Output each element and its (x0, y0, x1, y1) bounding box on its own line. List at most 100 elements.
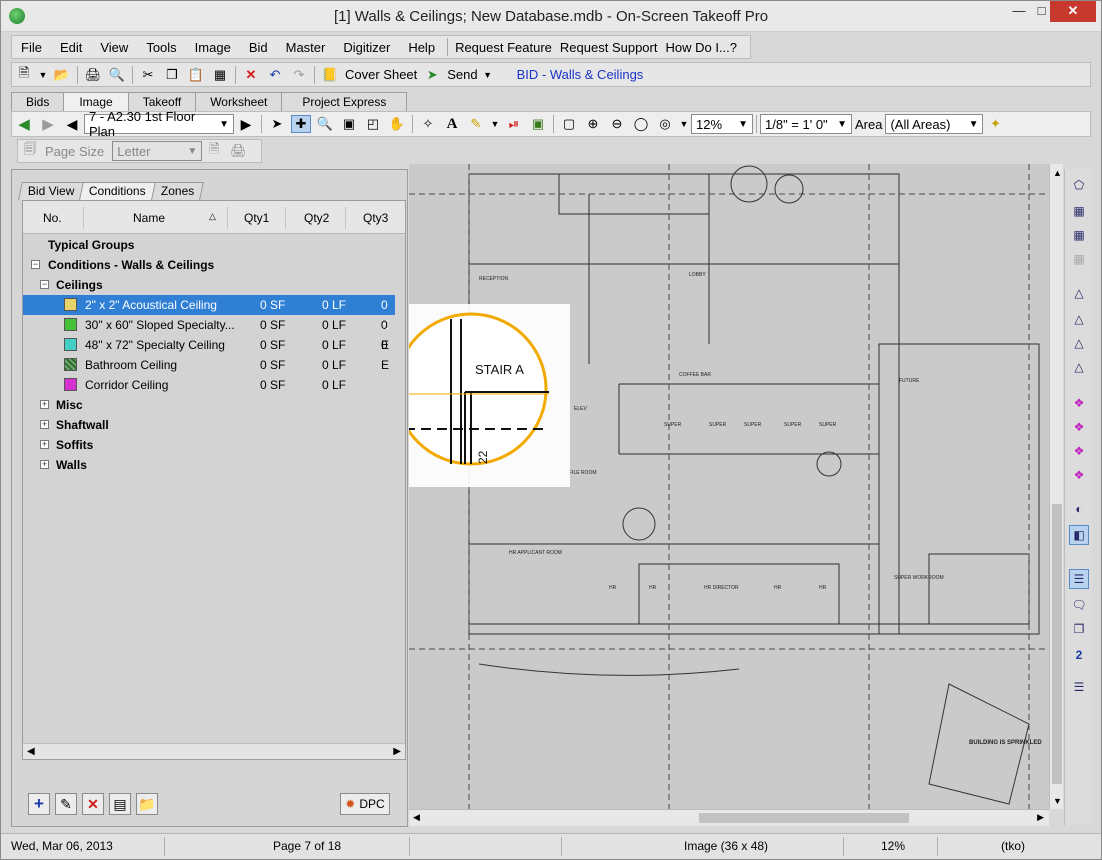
paste-special-icon[interactable]: ▦ (210, 66, 230, 84)
condition-properties-button[interactable]: ▤ (109, 793, 131, 815)
report-list-icon[interactable]: ☰ (1069, 677, 1089, 697)
undo-icon[interactable]: ↶ (265, 66, 285, 84)
send-icon[interactable]: ➤ (422, 66, 442, 84)
select-arrow-icon[interactable]: ➤ (267, 115, 287, 133)
menu-master[interactable]: Master (277, 40, 335, 55)
annotation-icon[interactable]: 🗨 (1069, 595, 1089, 615)
grid-tool-icon[interactable]: ▦ (1069, 225, 1089, 245)
zoom-percent-icon[interactable]: ◯ (631, 115, 651, 133)
new-dropdown-icon[interactable]: ▼ (38, 66, 48, 84)
menu-request-feature[interactable]: Request Feature (451, 40, 556, 55)
overlay-toggle-icon[interactable]: ◧ (1069, 525, 1089, 545)
hatch-area-icon[interactable]: ▦ (1069, 201, 1089, 221)
tab-bid-view[interactable]: Bid View (18, 182, 85, 200)
expand-icon[interactable]: + (40, 400, 49, 409)
highlighter-dropdown-icon[interactable]: ▼ (490, 115, 500, 133)
page-select[interactable]: 7 - A2.30 1st Floor Plan ▼ (84, 109, 234, 139)
subgroup-shaftwall[interactable]: + Shaftwall (23, 415, 395, 435)
menu-help[interactable]: Help (399, 40, 444, 55)
col-qty3[interactable]: Qty3 (363, 211, 388, 225)
delete-condition-button[interactable]: ✕ (82, 793, 104, 815)
expand-icon[interactable]: + (40, 420, 49, 429)
expand-icon[interactable]: + (40, 460, 49, 469)
subgroup-walls[interactable]: + Walls (23, 455, 395, 475)
redo-icon[interactable]: ↷ (289, 66, 309, 84)
menu-file[interactable]: File (12, 40, 51, 55)
col-qty1[interactable]: Qty1 (244, 211, 269, 225)
menu-edit[interactable]: Edit (51, 40, 91, 55)
scroll-thumb[interactable] (699, 813, 909, 823)
condition-folder-button[interactable]: 📁 (136, 793, 158, 815)
add-condition-button[interactable]: + (28, 793, 50, 815)
menu-image[interactable]: Image (186, 40, 240, 55)
print-preview-icon[interactable]: 🔍 (107, 66, 127, 84)
collapse-icon[interactable]: − (40, 280, 49, 289)
condition-row[interactable]: 30" x 60" Sloped Specialty... 0 SF 0 LF … (23, 315, 395, 352)
tab-project-express[interactable]: Project Express (281, 92, 408, 111)
count-copy-icon[interactable]: ❖ (1069, 441, 1089, 461)
menu-bid[interactable]: Bid (240, 40, 277, 55)
print-icon[interactable]: 🖨 (83, 66, 103, 84)
scroll-left-icon[interactable]: ◀ (27, 746, 35, 757)
print-page-icon[interactable]: 🖨 (228, 142, 248, 160)
scale-select[interactable]: 1/8" = 1' 0" ▼ (760, 114, 852, 134)
edit-condition-button[interactable]: ✎ (55, 793, 77, 815)
record-icon[interactable]: ⏯ (504, 115, 524, 133)
minimize-button[interactable]: — (1005, 1, 1033, 22)
drawing-canvas[interactable]: LOBBY RECEPTION COFFEE BAR FUTURE SUPER … (409, 164, 1049, 809)
condition-row[interactable]: 2" x 2" Acoustical Ceiling 0 SF 0 LF 0 E (23, 295, 395, 332)
contrast-icon[interactable]: ◐ (1069, 499, 1089, 519)
tab-bids[interactable]: Bids (11, 92, 65, 111)
blank-page-icon[interactable]: 🗎 (204, 141, 224, 160)
paste-icon[interactable]: 📋 (186, 66, 206, 84)
pan-hand-icon[interactable]: ✋ (387, 115, 407, 133)
subgroup-misc[interactable]: + Misc (23, 395, 395, 415)
menu-request-support[interactable]: Request Support (556, 40, 662, 55)
menu-digitizer[interactable]: Digitizer (334, 40, 399, 55)
menu-how-do-i[interactable]: How Do I...? (661, 40, 741, 55)
forward-icon[interactable]: ▶ (38, 115, 58, 133)
maximize-button[interactable]: □ (1033, 1, 1050, 22)
dpc-button[interactable]: ✹ DPC (340, 793, 390, 815)
condition-row[interactable]: Corridor Ceiling 0 SF 0 LF (23, 375, 395, 395)
area-select[interactable]: (All Areas) ▼ (885, 114, 984, 134)
col-name[interactable]: Name (133, 211, 165, 225)
area-wand-icon[interactable]: ✦ (985, 115, 1005, 133)
area-tool-icon[interactable]: ⬠ (1069, 175, 1089, 195)
back-icon[interactable]: ◀ (14, 115, 34, 133)
scroll-left-icon[interactable]: ◀ (413, 812, 420, 823)
send-button[interactable]: Send (444, 67, 480, 82)
zoom-fit-icon[interactable]: ▢ (559, 115, 579, 133)
cut-icon[interactable]: ✂ (138, 66, 158, 84)
tab-conditions[interactable]: Conditions (79, 182, 157, 200)
crosshair-icon[interactable]: ✚ (291, 115, 311, 133)
group-typical-groups[interactable]: Typical Groups (23, 235, 395, 255)
page-setup-icon[interactable]: 🗐 (20, 141, 40, 160)
subgroup-soffits[interactable]: + Soffits (23, 435, 395, 455)
zoom-select[interactable]: 12% ▼ (691, 114, 753, 134)
grid-horizontal-scrollbar[interactable]: ◀ ▶ (23, 743, 405, 759)
zoom-actual-icon[interactable]: ◎ (655, 115, 675, 133)
text-tool-icon[interactable]: A (442, 115, 462, 133)
zoom-window-icon[interactable]: 🔍 (315, 115, 335, 133)
open-folder-icon[interactable]: 📂 (52, 66, 72, 84)
count-rotate-icon[interactable]: ❖ (1069, 417, 1089, 437)
cover-sheet-icon[interactable]: 📒 (320, 66, 340, 84)
highlighter-icon[interactable]: ✎ (466, 115, 486, 133)
cover-sheet-button[interactable]: Cover Sheet (342, 67, 420, 82)
col-qty2[interactable]: Qty2 (304, 211, 329, 225)
previous-page-icon[interactable]: ◀ (62, 115, 82, 133)
scroll-thumb[interactable] (1052, 504, 1062, 784)
arc-tool-icon[interactable]: △ (1069, 357, 1089, 377)
measure-icon[interactable]: ✧ (418, 115, 438, 133)
zoom-out-icon[interactable]: ⊖ (607, 115, 627, 133)
canvas-vertical-scrollbar[interactable]: ▲ ▼ (1049, 164, 1063, 809)
zoom-box-icon[interactable]: ◰ (363, 115, 383, 133)
disabled-grid-icon[interactable]: ▦ (1069, 249, 1089, 269)
tab-zones[interactable]: Zones (151, 182, 205, 200)
new-icon[interactable]: 🗎 (14, 65, 34, 84)
canvas-horizontal-scrollbar[interactable]: ◀ ▶ (409, 809, 1049, 826)
send-dropdown-icon[interactable]: ▼ (483, 66, 493, 84)
col-no[interactable]: No. (43, 211, 62, 225)
zoom-page-icon[interactable]: ▣ (339, 115, 359, 133)
